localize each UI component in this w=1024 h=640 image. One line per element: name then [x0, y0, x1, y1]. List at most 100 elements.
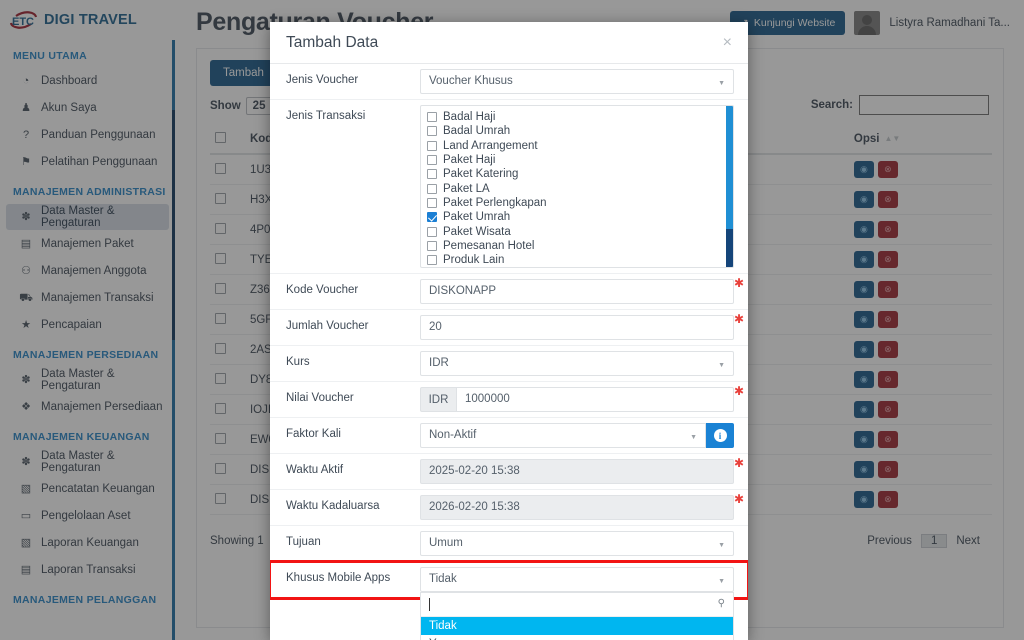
field-khusus-mobile-apps: Khusus Mobile Apps Tidak ▼ ⚲ TidakYa: [270, 560, 748, 640]
checkbox-item[interactable]: Paket Perlengkapan: [427, 196, 733, 210]
checkbox-label: Paket Wisata: [443, 225, 511, 238]
checkbox-item[interactable]: Paket Haji: [427, 153, 733, 167]
chevron-down-icon: ▼: [690, 434, 697, 441]
nilai-voucher-group: IDR 1000000: [420, 387, 734, 412]
checkbox-label: Paket Umrah: [443, 211, 511, 224]
checkbox-label: Paket LA: [443, 182, 490, 195]
selected-value: IDR: [429, 357, 449, 369]
scrollbar-thumb[interactable]: [726, 229, 733, 267]
field-label: Waktu Aktif: [286, 464, 344, 476]
checkbox-land-arrangement[interactable]: [427, 140, 437, 151]
faktor-kali-group: Non-Aktif ▼ i: [420, 423, 734, 448]
checkbox-item[interactable]: Paket Wisata: [427, 224, 733, 238]
field-kurs: Kurs IDR ▼: [270, 346, 748, 382]
field-control: 2025-02-20 15:38 ✱: [420, 454, 748, 489]
info-circle-icon[interactable]: i: [706, 423, 734, 448]
checkbox-item[interactable]: Produk Lain: [427, 253, 733, 267]
checkbox-label: Produk Lain: [443, 254, 505, 267]
checkbox-paket-la[interactable]: [427, 183, 437, 194]
jenis-transaksi-checkbox-list[interactable]: Badal Haji Badal Umrah Land Arrangement Pak…: [420, 105, 734, 268]
waktu-kadaluarsa-input[interactable]: 2026-02-20 15:38: [420, 495, 734, 520]
field-label: Nilai Voucher: [286, 392, 354, 404]
selected-value: Umum: [429, 537, 463, 549]
required-marker-icon: ✱: [733, 384, 744, 398]
checkbox-items: Badal Haji Badal Umrah Land Arrangement Pak…: [421, 106, 733, 268]
field-jenis-voucher: Jenis Voucher Voucher Khusus ▼: [270, 64, 748, 100]
dropdown-option-tidak[interactable]: Tidak: [421, 617, 733, 635]
checkbox-paket-wisata[interactable]: [427, 226, 437, 237]
checkbox-label: Land Arrangement: [443, 139, 538, 152]
modal-body: Jenis Voucher Voucher Khusus ▼ Jenis Tra…: [270, 64, 748, 640]
checkbox-item[interactable]: Pemesanan Hotel: [427, 239, 733, 253]
checkbox-paket-perlengkapan[interactable]: [427, 197, 437, 208]
field-control: Badal Haji Badal Umrah Land Arrangement Pak…: [420, 100, 748, 273]
tambah-data-modal: Tambah Data × Jenis Voucher Voucher Khus…: [270, 22, 748, 640]
search-icon: ⚲: [717, 598, 725, 609]
checkbox-item[interactable]: Tiket Pesawat: [427, 267, 733, 268]
jenis-voucher-select[interactable]: Voucher Khusus ▼: [420, 69, 734, 94]
field-control: Umum ▼: [420, 526, 748, 561]
chevron-down-icon: ▼: [718, 542, 725, 549]
selected-value: Non-Aktif: [429, 429, 477, 441]
close-icon[interactable]: ×: [723, 34, 732, 51]
checkbox-item[interactable]: Paket Katering: [427, 167, 733, 181]
text-cursor: [429, 598, 430, 611]
required-marker-icon: ✱: [733, 312, 744, 326]
waktu-aktif-input[interactable]: 2025-02-20 15:38: [420, 459, 734, 484]
checkbox-list-scrollbar[interactable]: [726, 106, 733, 267]
field-label: Waktu Kadaluarsa: [286, 500, 380, 512]
checkbox-badal-umrah[interactable]: [427, 126, 437, 137]
field-control: Tidak ▼ ⚲ TidakYa: [420, 562, 748, 640]
dropdown-options: TidakYa: [421, 617, 733, 640]
checkbox-badal-haji[interactable]: [427, 112, 437, 123]
selected-value: Tidak: [429, 573, 457, 585]
checkbox-item[interactable]: Land Arrangement: [427, 139, 733, 153]
chevron-down-icon: ▼: [718, 578, 725, 585]
checkbox-paket-umrah[interactable]: [427, 212, 437, 223]
field-label: Jumlah Voucher: [286, 320, 369, 332]
required-marker-icon: ✱: [733, 492, 744, 506]
checkbox-label: Paket Katering: [443, 168, 519, 181]
field-jumlah-voucher: Jumlah Voucher 20 ✱: [270, 310, 748, 346]
required-marker-icon: ✱: [733, 276, 744, 290]
field-waktu-kadaluarsa: Waktu Kadaluarsa 2026-02-20 15:38 ✱: [270, 490, 748, 526]
dropdown-search-input[interactable]: ⚲: [421, 593, 733, 617]
checkbox-pemesanan-hotel[interactable]: [427, 240, 437, 251]
field-label: Jenis Transaksi: [286, 110, 366, 122]
required-marker-icon: ✱: [733, 456, 744, 470]
modal-title: Tambah Data: [286, 33, 379, 51]
field-label: Kode Voucher: [286, 284, 359, 296]
field-control: IDR ▼: [420, 346, 748, 381]
khusus-mobile-apps-select[interactable]: Tidak ▼: [420, 567, 734, 592]
field-control: 20 ✱: [420, 310, 748, 345]
field-label: Jenis Voucher: [286, 74, 359, 86]
checkbox-paket-katering[interactable]: [427, 169, 437, 180]
faktor-kali-select[interactable]: Non-Aktif ▼: [420, 423, 706, 448]
field-jenis-transaksi: Jenis Transaksi Badal Haji Badal Umrah Lan…: [270, 100, 748, 274]
checkbox-produk-lain[interactable]: [427, 255, 437, 266]
currency-prefix: IDR: [420, 387, 456, 412]
field-label: Khusus Mobile Apps: [286, 572, 391, 584]
field-control: Voucher Khusus ▼: [420, 64, 748, 99]
field-control: DISKONAPP ✱: [420, 274, 748, 309]
checkbox-item[interactable]: Badal Umrah: [427, 124, 733, 138]
checkbox-label: Paket Haji: [443, 154, 496, 167]
checkbox-item[interactable]: Badal Haji: [427, 110, 733, 124]
nilai-voucher-input[interactable]: 1000000: [456, 387, 734, 412]
dropdown-option-ya[interactable]: Ya: [421, 635, 733, 640]
tujuan-select[interactable]: Umum ▼: [420, 531, 734, 556]
field-tujuan: Tujuan Umum ▼: [270, 526, 748, 562]
field-label: Faktor Kali: [286, 428, 341, 440]
checkbox-label: Badal Haji: [443, 111, 496, 124]
chevron-down-icon: ▼: [718, 80, 725, 87]
checkbox-item[interactable]: Paket LA: [427, 181, 733, 195]
checkbox-paket-haji[interactable]: [427, 155, 437, 166]
field-control: IDR 1000000 ✱: [420, 382, 748, 417]
kode-voucher-input[interactable]: DISKONAPP: [420, 279, 734, 304]
field-kode-voucher: Kode Voucher DISKONAPP ✱: [270, 274, 748, 310]
field-nilai-voucher: Nilai Voucher IDR 1000000 ✱: [270, 382, 748, 418]
app-root: ETC DIGI TRAVEL MENU UTAMA ◔ Dashboard ♟ Aku…: [0, 0, 1024, 640]
checkbox-item[interactable]: Paket Umrah: [427, 210, 733, 224]
kurs-select[interactable]: IDR ▼: [420, 351, 734, 376]
jumlah-voucher-input[interactable]: 20: [420, 315, 734, 340]
